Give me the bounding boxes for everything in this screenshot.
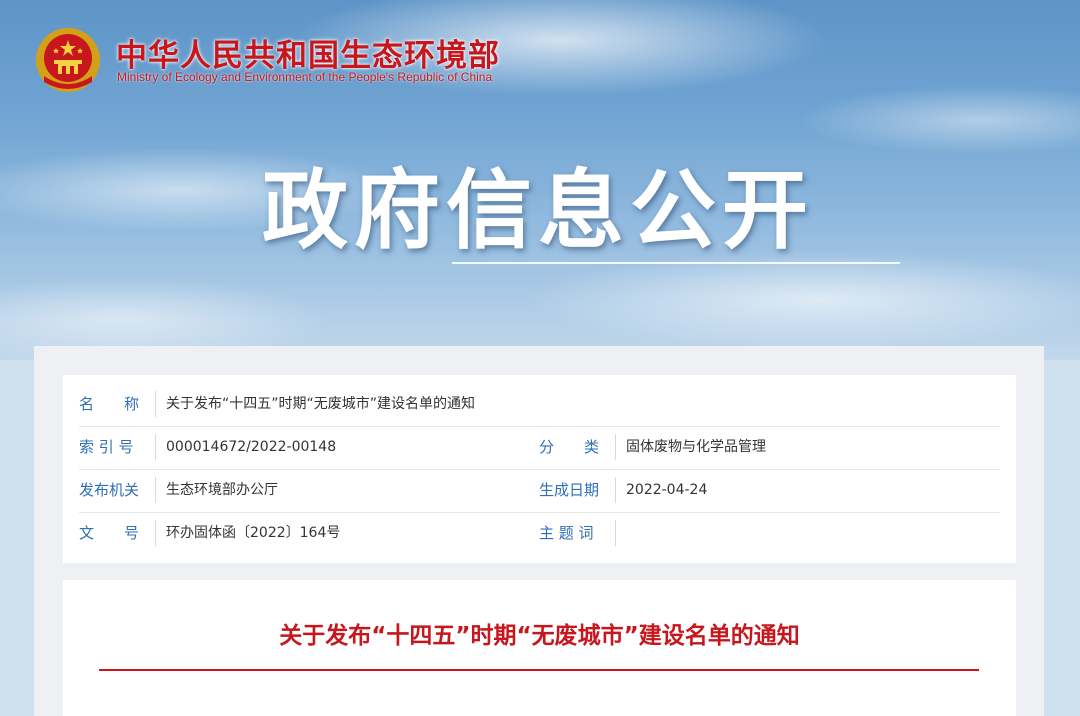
meta-label-keywords: 主 题 词 bbox=[539, 524, 594, 542]
hero-title: 政府信息公开 bbox=[262, 161, 814, 261]
national-emblem-icon[interactable] bbox=[34, 26, 102, 94]
meta-separator bbox=[155, 434, 156, 460]
meta-value-docnum: 环办固体函〔2022〕164号 bbox=[166, 525, 341, 541]
meta-label-date: 生成日期 bbox=[539, 481, 600, 499]
org-name-cn[interactable]: 中华人民共和国生态环境部 bbox=[116, 30, 500, 75]
meta-value-publisher: 生态环境部办公厅 bbox=[166, 482, 278, 498]
meta-label-docnum: 文 号 bbox=[79, 524, 140, 542]
meta-separator bbox=[155, 520, 156, 546]
meta-separator bbox=[615, 477, 616, 503]
meta-label-category: 分 类 bbox=[539, 438, 600, 456]
meta-row-name: 名 称 关于发布“十四五”时期“无废城市”建设名单的通知 bbox=[79, 383, 1000, 427]
meta-value-index: 000014672/2022-00148 bbox=[166, 439, 337, 455]
meta-row-docnum: 文 号 环办固体函〔2022〕164号 主 题 词 bbox=[79, 512, 1000, 555]
meta-label-index: 索 引 号 bbox=[79, 438, 134, 456]
document-title: 关于发布“十四五”时期“无废城市”建设名单的通知 bbox=[279, 623, 800, 649]
meta-row-publisher: 发布机关 生态环境部办公厅 生成日期 2022-04-24 bbox=[79, 469, 1000, 513]
meta-value-name: 关于发布“十四五”时期“无废城市”建设名单的通知 bbox=[166, 396, 476, 412]
meta-separator bbox=[615, 520, 616, 546]
hero-divider bbox=[452, 262, 900, 264]
meta-separator bbox=[615, 434, 616, 460]
document-title-rule bbox=[99, 669, 979, 671]
meta-value-category: 固体废物与化学品管理 bbox=[626, 439, 766, 455]
meta-label-name: 名 称 bbox=[79, 395, 140, 413]
org-name-en: Ministry of Ecology and Environment of t… bbox=[117, 70, 493, 84]
meta-separator bbox=[155, 391, 156, 417]
meta-row-index: 索 引 号 000014672/2022-00148 分 类 固体废物与化学品管… bbox=[79, 426, 1000, 470]
document-card: 关于发布“十四五”时期“无废城市”建设名单的通知 bbox=[63, 580, 1016, 716]
meta-separator bbox=[155, 477, 156, 503]
meta-value-date: 2022-04-24 bbox=[626, 482, 708, 498]
meta-label-publisher: 发布机关 bbox=[79, 481, 140, 499]
meta-info-card: 名 称 关于发布“十四五”时期“无废城市”建设名单的通知 索 引 号 00001… bbox=[63, 375, 1016, 563]
